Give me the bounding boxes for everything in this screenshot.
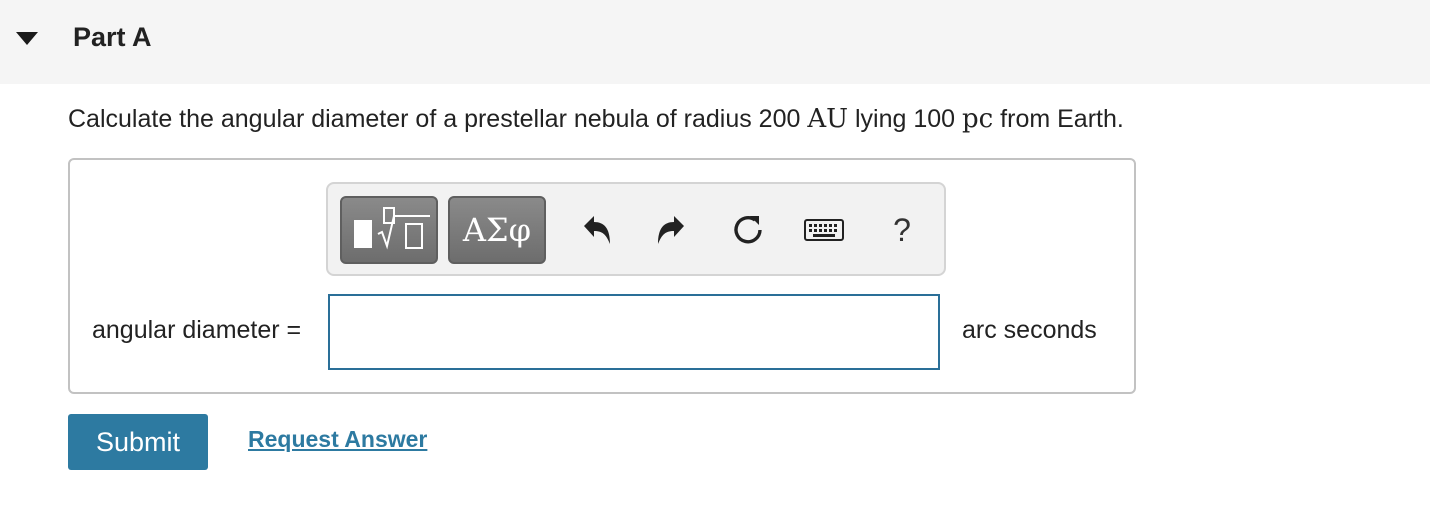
- question-text: Calculate the angular diameter of a pres…: [68, 104, 1124, 134]
- question-text-end: from Earth.: [993, 105, 1124, 133]
- unit-au: AU: [807, 104, 849, 134]
- request-answer-link[interactable]: Request Answer: [248, 426, 427, 453]
- undo-icon[interactable]: [576, 212, 616, 248]
- units-label: arc seconds: [962, 316, 1097, 344]
- keyboard-icon[interactable]: [802, 212, 846, 248]
- greek-symbols-button[interactable]: ΑΣφ: [448, 196, 546, 264]
- part-header: Part A: [0, 0, 1430, 84]
- redo-icon[interactable]: [652, 212, 692, 248]
- submit-button[interactable]: Submit: [68, 414, 208, 470]
- question-text-middle: lying 100: [848, 105, 963, 133]
- caret-down-icon[interactable]: [12, 28, 42, 50]
- answer-label: angular diameter =: [92, 316, 302, 344]
- question-text-start: Calculate the angular diameter of a pres…: [68, 105, 808, 133]
- unit-pc: pc: [962, 104, 994, 134]
- part-title: Part A: [73, 22, 152, 52]
- math-toolbar: ΑΣφ ?: [326, 182, 946, 276]
- templates-icon[interactable]: [340, 196, 438, 264]
- angular-diameter-input[interactable]: [328, 294, 940, 370]
- help-button[interactable]: ?: [884, 212, 920, 248]
- reset-icon[interactable]: [728, 212, 768, 248]
